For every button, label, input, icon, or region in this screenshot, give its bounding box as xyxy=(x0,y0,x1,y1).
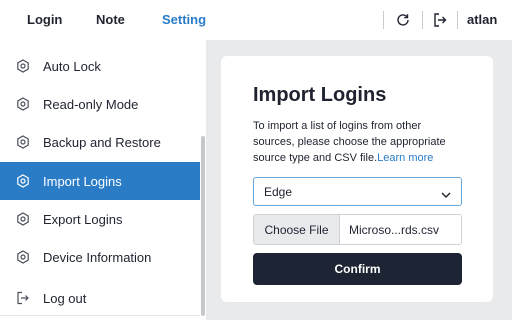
sidebar-item-label: Auto Lock xyxy=(43,58,101,74)
tab-note[interactable]: Note xyxy=(96,12,125,27)
chevron-down-icon xyxy=(441,187,451,198)
gear-icon xyxy=(16,250,30,264)
learn-more-link[interactable]: Learn more xyxy=(377,152,433,164)
logout-button[interactable]: Log out xyxy=(0,279,200,317)
logout-arrow-icon[interactable] xyxy=(431,11,449,29)
gear-icon xyxy=(16,212,30,226)
main-content: Import Logins To import a list of logins… xyxy=(206,40,512,320)
sidebar-item-export-logins[interactable]: Export Logins xyxy=(0,200,200,238)
gear-icon xyxy=(16,174,30,188)
tab-login[interactable]: Login xyxy=(27,12,62,27)
sidebar-item-read-only-mode[interactable]: Read-only Mode xyxy=(0,85,200,123)
sidebar-item-label: Device Information xyxy=(43,249,152,265)
import-description: To import a list of logins from other so… xyxy=(253,118,453,166)
sidebar-item-auto-lock[interactable]: Auto Lock xyxy=(0,47,200,85)
file-input[interactable]: Choose File Microso...rds.csv xyxy=(253,214,462,245)
sidebar-item-label: Backup and Restore xyxy=(43,134,161,150)
refresh-icon[interactable] xyxy=(394,11,412,29)
sidebar-item-device-information[interactable]: Device Information xyxy=(0,238,200,276)
gear-icon xyxy=(16,135,30,149)
select-value: Edge xyxy=(264,185,293,199)
topbar-divider xyxy=(422,11,423,29)
choose-file-button[interactable]: Choose File xyxy=(254,215,340,244)
logout-icon xyxy=(16,291,30,305)
source-type-select[interactable]: Edge xyxy=(253,177,462,206)
sidebar-scrollbar[interactable] xyxy=(201,136,205,316)
topbar-divider xyxy=(457,11,458,29)
username[interactable]: atlan xyxy=(467,12,497,27)
top-bar: Login Note Setting atlan xyxy=(0,0,512,40)
import-card: Import Logins To import a list of logins… xyxy=(221,56,493,302)
file-name: Microso...rds.csv xyxy=(349,223,440,237)
gear-icon xyxy=(16,97,30,111)
topbar-divider xyxy=(383,11,384,29)
sidebar-item-backup-and-restore[interactable]: Backup and Restore xyxy=(0,123,200,161)
tab-setting[interactable]: Setting xyxy=(162,12,206,27)
logout-label: Log out xyxy=(43,290,87,306)
sidebar-item-label: Import Logins xyxy=(43,173,122,189)
confirm-button[interactable]: Confirm xyxy=(253,253,462,285)
sidebar-item-label: Export Logins xyxy=(43,211,123,227)
gear-icon xyxy=(16,59,30,73)
sidebar: Auto Lock Read-only Mode Backup and Rest… xyxy=(0,40,206,320)
sidebar-item-import-logins[interactable]: Import Logins xyxy=(0,162,200,200)
page-title: Import Logins xyxy=(253,84,387,106)
sidebar-item-label: Read-only Mode xyxy=(43,96,139,112)
